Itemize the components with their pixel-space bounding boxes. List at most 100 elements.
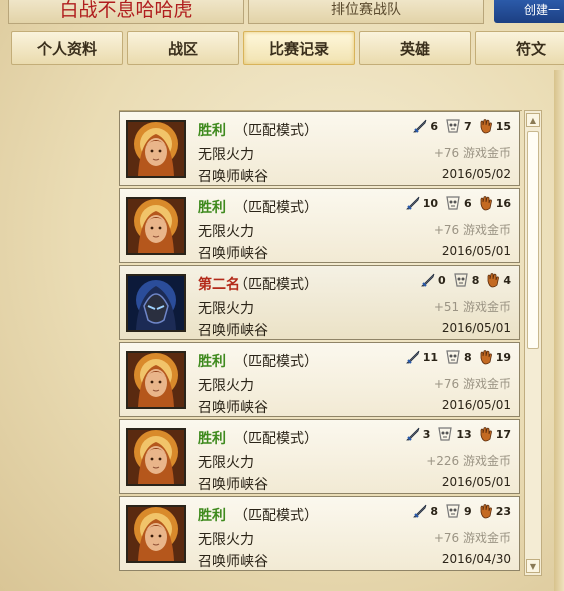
player-name-tab[interactable]: 白战不息哈哈虎	[8, 0, 244, 24]
match-mode: （匹配模式）	[234, 508, 318, 524]
match-location: 召唤师峡谷	[198, 246, 268, 262]
tab-label: 个人资料	[36, 39, 97, 58]
match-map: 无限火力	[198, 378, 254, 394]
tab-profile[interactable]: 个人资料	[11, 31, 123, 65]
deaths-count: 7	[464, 119, 472, 133]
match-date: 2016/05/01	[441, 475, 511, 489]
match-map: 无限火力	[198, 224, 254, 240]
assists-count: 16	[495, 196, 511, 210]
skull-icon	[444, 195, 462, 211]
assists-stat: 15	[478, 118, 511, 134]
kda-stats: 10 6 16	[405, 195, 511, 211]
match-mode: （匹配模式）	[234, 354, 318, 370]
match-row[interactable]: 胜利 （匹配模式） 无限火力 召唤师峡谷 6 7 15 +76 游戏金币 201…	[119, 111, 520, 186]
shen-icon	[126, 274, 186, 332]
tab-champions[interactable]: 英雄	[359, 31, 471, 65]
assists-stat: 23	[478, 503, 511, 519]
match-result: 胜利	[198, 200, 226, 216]
deaths-count: 8	[464, 350, 472, 364]
deaths-stat: 6	[444, 195, 472, 211]
hand-icon	[478, 195, 494, 211]
sword-icon	[412, 503, 428, 519]
ranked-team-tab[interactable]: 排位赛战队	[248, 0, 484, 24]
panel-edge	[554, 70, 564, 591]
skull-icon	[444, 118, 462, 134]
scroll-down-arrow-icon[interactable]: ▼	[526, 559, 540, 573]
gold-reward: +76 游戏金币	[433, 377, 511, 391]
match-result: 胜利	[198, 431, 226, 447]
match-mode: （匹配模式）	[234, 431, 318, 447]
match-result: 胜利	[198, 123, 226, 139]
scroll-thumb[interactable]	[527, 131, 539, 349]
sword-icon	[405, 349, 421, 365]
match-location: 召唤师峡谷	[198, 323, 268, 339]
match-row[interactable]: 胜利 （匹配模式） 无限火力 召唤师峡谷 3 13 17 +226 游戏金币 2…	[119, 419, 520, 494]
kills-stat: 0	[420, 272, 446, 288]
tab-region[interactable]: 战区	[127, 31, 239, 65]
match-result: 胜利	[198, 354, 226, 370]
hand-icon	[478, 118, 494, 134]
assists-stat: 16	[478, 195, 511, 211]
sword-icon	[420, 272, 436, 288]
sword-icon	[412, 118, 428, 134]
hand-icon	[485, 272, 501, 288]
kda-stats: 0 8 4	[420, 272, 511, 288]
kills-count: 3	[422, 427, 431, 441]
create-button-label: 创建一	[524, 3, 561, 17]
assists-count: 19	[495, 350, 511, 364]
player-name: 白战不息哈哈虎	[59, 0, 193, 21]
kda-stats: 6 7 15	[412, 118, 511, 134]
match-date: 2016/05/01	[441, 321, 511, 335]
tab-label: 战区	[167, 39, 198, 58]
kda-stats: 11 8 19	[405, 349, 511, 365]
kills-count: 0	[438, 273, 446, 287]
ranked-team-label: 排位赛战队	[331, 1, 401, 18]
deaths-stat: 8	[444, 349, 472, 365]
gold-reward: +76 游戏金币	[433, 531, 511, 545]
match-row[interactable]: 第二名 （匹配模式） 无限火力 召唤师峡谷 0 8 4 +51 游戏金币 201…	[119, 265, 520, 340]
match-row[interactable]: 胜利 （匹配模式） 无限火力 召唤师峡谷 10 6 16 +76 游戏金币 20…	[119, 188, 520, 263]
kda-stats: 8 9 23	[412, 503, 511, 519]
match-location: 召唤师峡谷	[198, 554, 268, 570]
match-mode: （匹配模式）	[234, 123, 318, 139]
match-result: 胜利	[198, 508, 226, 524]
assists-stat: 4	[485, 272, 511, 288]
deaths-stat: 7	[444, 118, 472, 134]
kills-count: 10	[422, 196, 439, 210]
assists-stat: 17	[478, 426, 511, 442]
match-map: 无限火力	[198, 147, 254, 163]
create-button[interactable]: 创建一	[494, 0, 564, 23]
kills-stat: 6	[412, 118, 438, 134]
leona-icon	[126, 197, 186, 255]
sword-icon	[405, 426, 421, 442]
deaths-count: 8	[471, 273, 480, 287]
tab-label: 比赛记录	[268, 39, 329, 58]
tab-label: 符文	[515, 39, 546, 58]
match-history-list: 胜利 （匹配模式） 无限火力 召唤师峡谷 6 7 15 +76 游戏金币 201…	[119, 110, 522, 577]
leona-icon	[126, 120, 186, 178]
deaths-count: 9	[464, 504, 472, 518]
profile-tabs: 个人资料 战区 比赛记录 英雄 符文	[11, 31, 564, 65]
skull-icon	[444, 503, 462, 519]
kda-stats: 3 13 17	[405, 426, 511, 442]
tab-runes[interactable]: 符文	[475, 31, 564, 65]
assists-count: 17	[495, 427, 511, 441]
sword-icon	[405, 195, 421, 211]
gold-reward: +226 游戏金币	[426, 454, 511, 468]
match-map: 无限火力	[198, 301, 254, 317]
kills-count: 11	[422, 350, 439, 364]
match-row[interactable]: 胜利 （匹配模式） 无限火力 召唤师峡谷 8 9 23 +76 游戏金币 201…	[119, 496, 520, 571]
kills-stat: 8	[412, 503, 438, 519]
leona-icon	[126, 505, 186, 563]
hand-icon	[478, 349, 494, 365]
kills-count: 8	[430, 504, 439, 518]
skull-icon	[444, 349, 462, 365]
scroll-up-arrow-icon[interactable]: ▲	[526, 113, 540, 127]
match-row[interactable]: 胜利 （匹配模式） 无限火力 召唤师峡谷 11 8 19 +76 游戏金币 20…	[119, 342, 520, 417]
match-location: 召唤师峡谷	[198, 169, 268, 185]
tab-match-history[interactable]: 比赛记录	[243, 31, 355, 65]
scrollbar[interactable]: ▲ ▼	[524, 110, 542, 576]
kills-stat: 11	[405, 349, 438, 365]
match-date: 2016/05/01	[441, 398, 511, 412]
assists-count: 23	[495, 504, 511, 518]
